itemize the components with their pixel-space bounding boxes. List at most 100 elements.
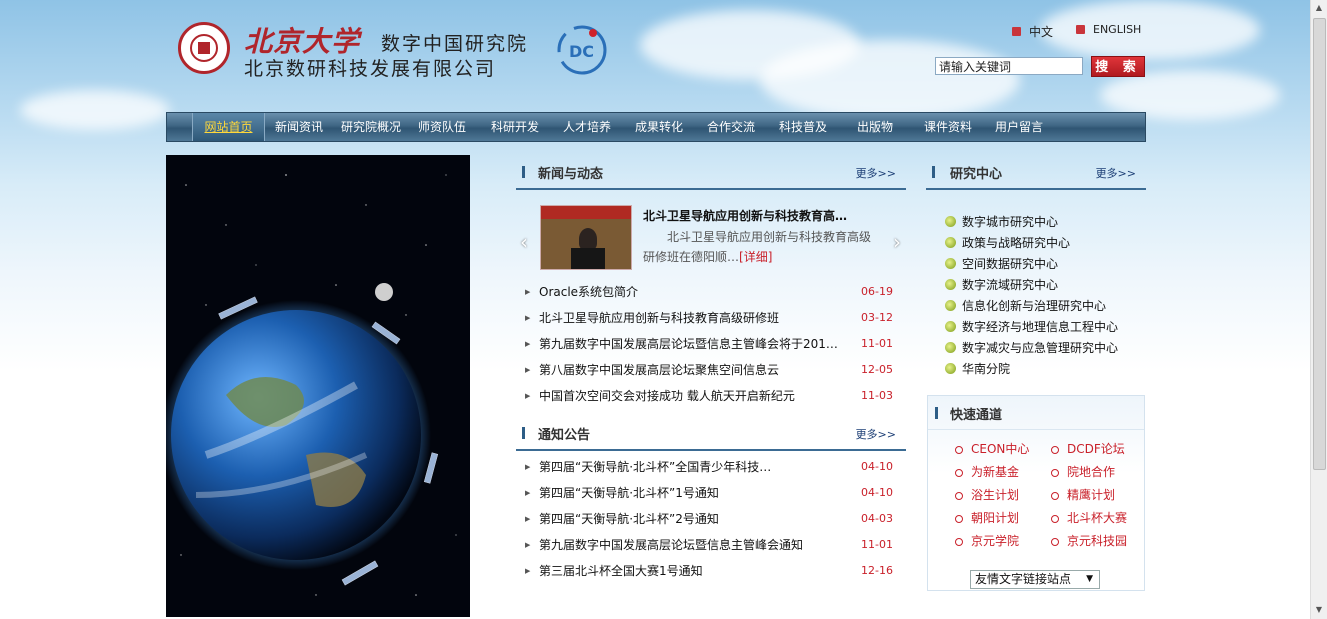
- dc-logo-icon: DC: [557, 25, 607, 75]
- quick-link[interactable]: 院地合作: [1051, 463, 1115, 480]
- friend-links-select[interactable]: 友情文字链接站点 ▼: [970, 570, 1100, 589]
- search-input[interactable]: [935, 57, 1083, 75]
- bullet-triangle-icon: ▶: [525, 463, 531, 471]
- nav-item-research-dev[interactable]: 科研开发: [483, 113, 547, 141]
- list-item[interactable]: 信息化创新与治理研究中心: [945, 296, 1145, 317]
- nav-item-courseware[interactable]: 课件资料: [915, 113, 981, 141]
- institute-name: 数字中国研究院: [381, 33, 529, 55]
- main-nav: 网站首页 新闻资讯 研究院概况 师资队伍 科研开发 人才培养 成果转化 合作交流…: [166, 112, 1146, 142]
- pku-seal-logo: [178, 22, 230, 74]
- circle-bullet-icon: [955, 491, 963, 500]
- bullet-triangle-icon: ▶: [525, 567, 531, 575]
- featured-news-image[interactable]: [540, 205, 632, 270]
- notices-section-title: 通知公告: [538, 428, 591, 443]
- quick-link[interactable]: 京元科技园: [1051, 532, 1127, 549]
- research-more-link[interactable]: 更多>>: [1096, 165, 1136, 181]
- search-button[interactable]: 搜 索: [1091, 56, 1145, 77]
- nav-item-popularization[interactable]: 科技普及: [771, 113, 835, 141]
- featured-news-title[interactable]: 北斗卫星导航应用创新与科技教育高…: [643, 207, 847, 224]
- bullet-triangle-icon: ▶: [525, 541, 531, 549]
- nav-item-home[interactable]: 网站首页: [192, 113, 265, 141]
- circle-bullet-icon: [1051, 468, 1059, 477]
- slider-prev-arrow[interactable]: ‹: [520, 230, 528, 254]
- quick-link[interactable]: 朝阳计划: [955, 509, 1019, 526]
- list-item[interactable]: 数字流域研究中心: [945, 275, 1145, 296]
- company-name: 北京数研科技发展有限公司: [244, 58, 497, 80]
- leaf-bullet-icon: [945, 300, 956, 311]
- featured-detail-link[interactable]: [详细]: [739, 250, 772, 264]
- list-item[interactable]: ▶ 第九届数字中国发展高层论坛暨信息主管峰会通知 11-01: [521, 532, 897, 558]
- nav-item-faculty[interactable]: 师资队伍: [411, 113, 473, 141]
- leaf-bullet-icon: [945, 363, 956, 374]
- list-item[interactable]: 数字经济与地理信息工程中心: [945, 317, 1145, 338]
- quick-link[interactable]: 精鹰计划: [1051, 486, 1115, 503]
- circle-bullet-icon: [1051, 537, 1059, 546]
- notices-list: ▶ 第四届“天衡导航·北斗杯”全国青少年科技… 04-10 ▶ 第四届“天衡导航·北斗…: [521, 454, 897, 584]
- news-list: ▶ Oracle系统包简介 06-19 ▶ 北斗卫星导航应用创新与科技教育高级研修班 0…: [521, 279, 897, 409]
- bullet-triangle-icon: ▶: [525, 314, 531, 322]
- nav-item-publications[interactable]: 出版物: [847, 113, 903, 141]
- leaf-bullet-icon: [945, 216, 956, 227]
- list-item[interactable]: 数字减灾与应急管理研究中心: [945, 338, 1145, 359]
- list-item[interactable]: ▶ 第八届数字中国发展高层论坛聚焦空间信息云 12-05: [521, 357, 897, 383]
- scrollbar-thumb[interactable]: [1313, 18, 1326, 470]
- nav-item-news[interactable]: 新闻资讯: [266, 113, 332, 141]
- lang-english-link[interactable]: ENGLISH: [1076, 23, 1141, 36]
- nav-item-overview[interactable]: 研究院概况: [337, 113, 405, 141]
- lang-chinese-link[interactable]: 中文: [1012, 23, 1053, 40]
- list-item[interactable]: ▶ 第三届北斗杯全国大赛1号通知 12-16: [521, 558, 897, 584]
- notices-section-header: 通知公告 更多>>: [516, 417, 906, 451]
- slider-next-arrow[interactable]: ›: [893, 230, 901, 254]
- research-section-title: 研究中心: [950, 167, 1003, 182]
- svg-text:DC: DC: [569, 42, 594, 61]
- quick-access-title: 快速通道: [950, 408, 1003, 423]
- scroll-down-arrow-icon[interactable]: ▼: [1311, 602, 1327, 618]
- leaf-bullet-icon: [945, 342, 956, 353]
- nav-item-achievement[interactable]: 成果转化: [627, 113, 691, 141]
- circle-bullet-icon: [955, 537, 963, 546]
- quick-link[interactable]: 北斗杯大赛: [1051, 509, 1127, 526]
- scroll-up-arrow-icon[interactable]: ▲: [1311, 0, 1327, 16]
- list-item[interactable]: 空间数据研究中心: [945, 254, 1145, 275]
- nav-item-messages[interactable]: 用户留言: [987, 113, 1051, 141]
- bullet-triangle-icon: ▶: [525, 515, 531, 523]
- quick-link[interactable]: 浴生计划: [955, 486, 1019, 503]
- bullet-triangle-icon: ▶: [525, 340, 531, 348]
- leaf-bullet-icon: [945, 258, 956, 269]
- nav-item-cooperation[interactable]: 合作交流: [699, 113, 763, 141]
- news-section-header: 新闻与动态 更多>>: [516, 156, 906, 190]
- circle-bullet-icon: [1051, 445, 1059, 454]
- list-item[interactable]: 华南分院: [945, 359, 1145, 380]
- list-item[interactable]: ▶ 第四届“天衡导航·北斗杯”全国青少年科技… 04-10: [521, 454, 897, 480]
- quick-link[interactable]: CEON中心: [955, 440, 1029, 457]
- earth-banner-image: [166, 155, 470, 617]
- news-section-title: 新闻与动态: [538, 167, 604, 182]
- english-flag-icon: [1076, 25, 1085, 34]
- lang-chinese-label: 中文: [1029, 25, 1054, 39]
- news-more-link[interactable]: 更多>>: [856, 165, 896, 181]
- quick-link[interactable]: 京元学院: [955, 532, 1019, 549]
- bullet-triangle-icon: ▶: [525, 489, 531, 497]
- quick-link[interactable]: DCDF论坛: [1051, 440, 1125, 457]
- list-item[interactable]: ▶ Oracle系统包简介 06-19: [521, 279, 897, 305]
- list-item[interactable]: ▶ 中国首次空间交会对接成功 载人航天开启新纪元 11-03: [521, 383, 897, 409]
- list-item[interactable]: ▶ 北斗卫星导航应用创新与科技教育高级研修班 03-12: [521, 305, 897, 331]
- research-section-header: 研究中心 更多>>: [926, 156, 1146, 190]
- notices-more-link[interactable]: 更多>>: [856, 426, 896, 442]
- research-list: 数字城市研究中心 政策与战略研究中心 空间数据研究中心 数字流域研究中心 信息化…: [945, 212, 1145, 380]
- list-item[interactable]: ▶ 第四届“天衡导航·北斗杯”2号通知 04-03: [521, 506, 897, 532]
- bullet-triangle-icon: ▶: [525, 392, 531, 400]
- list-item[interactable]: ▶ 第四届“天衡导航·北斗杯”1号通知 04-10: [521, 480, 897, 506]
- list-item[interactable]: ▶ 第九届数字中国发展高层论坛暨信息主管峰会将于2012… 11-01: [521, 331, 897, 357]
- bullet-triangle-icon: ▶: [525, 366, 531, 374]
- list-item[interactable]: 数字城市研究中心: [945, 212, 1145, 233]
- vertical-scrollbar[interactable]: ▲ ▼: [1310, 0, 1327, 619]
- circle-bullet-icon: [955, 514, 963, 523]
- nav-item-talent[interactable]: 人才培养: [555, 113, 619, 141]
- bullet-triangle-icon: ▶: [525, 288, 531, 296]
- lang-english-label: ENGLISH: [1093, 23, 1142, 36]
- circle-bullet-icon: [955, 468, 963, 477]
- leaf-bullet-icon: [945, 279, 956, 290]
- quick-link[interactable]: 为新基金: [955, 463, 1019, 480]
- list-item[interactable]: 政策与战略研究中心: [945, 233, 1145, 254]
